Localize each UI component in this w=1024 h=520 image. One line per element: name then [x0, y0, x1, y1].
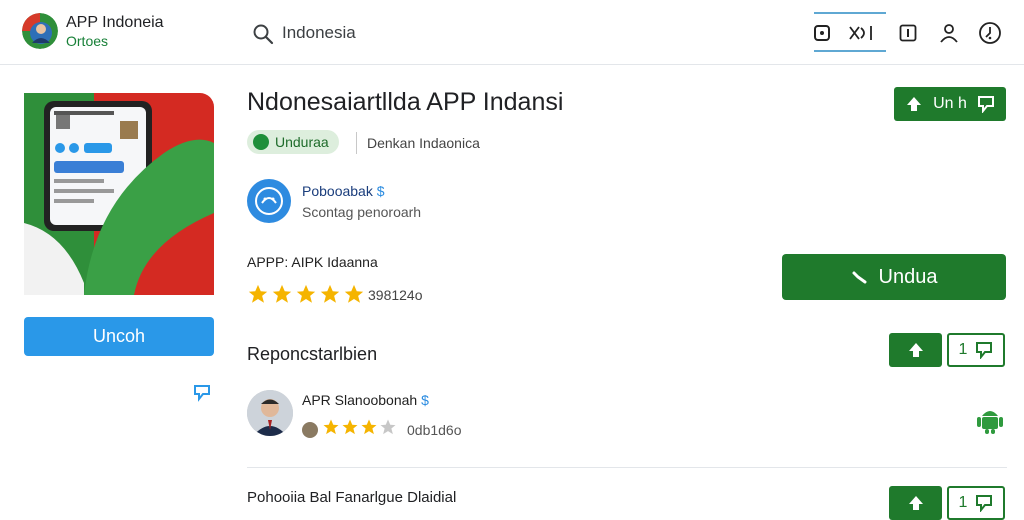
developer-name[interactable]: Pobooabak $ — [302, 183, 385, 199]
report-icon[interactable] — [192, 382, 212, 402]
app-subtitle: Ortoes — [66, 33, 109, 49]
account-icon[interactable] — [938, 18, 960, 48]
chip-label: Unduraa — [275, 134, 329, 150]
verified-icon: $ — [376, 183, 385, 199]
review-meta: 0db1d6o — [302, 418, 462, 441]
star-icon — [322, 418, 340, 441]
share-icon[interactable] — [846, 18, 878, 48]
developer-name-text: Pobooabak — [302, 183, 373, 199]
star-icon — [295, 283, 317, 310]
app-logo[interactable] — [22, 13, 58, 49]
upload-icon — [908, 496, 923, 510]
section-upload-button[interactable] — [889, 333, 942, 367]
search-input[interactable] — [282, 20, 582, 46]
developer-subtitle: Scontag penoroarh — [302, 204, 422, 220]
bookmark-icon[interactable] — [812, 18, 832, 48]
flag-icon — [977, 96, 994, 113]
reviewer-name: APR Slanoobonah $ — [302, 392, 429, 408]
info-icon[interactable] — [898, 18, 918, 48]
search-icon[interactable] — [252, 23, 274, 45]
flag-icon — [976, 495, 993, 512]
section-divider — [247, 467, 1007, 468]
reviews-section-title: Reponcstarlbien — [247, 344, 378, 364]
verified-icon: $ — [421, 392, 429, 408]
app-name: APP Indoneia — [66, 14, 164, 31]
download-button-primary[interactable]: Undua — [782, 254, 1006, 300]
download-button-label: Undua — [878, 265, 938, 288]
settings-icon[interactable] — [977, 18, 1003, 48]
app-preview-image — [24, 93, 214, 295]
apk-label: APPP: AIPK Idaanna — [247, 254, 378, 270]
review-stars — [322, 418, 397, 441]
phone-icon — [852, 271, 867, 284]
star-icon — [341, 418, 359, 441]
star-icon — [271, 283, 293, 310]
flag-icon — [976, 342, 993, 359]
footer-action-label: 1 — [958, 494, 968, 511]
star-icon — [319, 283, 341, 310]
upload-icon — [907, 97, 922, 111]
mini-avatar — [302, 421, 318, 438]
rating-stars — [247, 283, 365, 310]
chip-divider — [356, 132, 357, 154]
section-action-label: 1 — [958, 341, 968, 358]
app-category[interactable]: Denkan Indaonica — [367, 135, 480, 151]
section-flag-button[interactable]: 1 — [947, 333, 1005, 367]
top-action-button[interactable]: Un h — [894, 87, 1006, 121]
install-chip[interactable]: Unduraa — [247, 130, 339, 154]
upload-icon — [908, 343, 923, 357]
review-count: 0db1d6o — [407, 421, 462, 438]
chip-icon — [253, 134, 269, 150]
rating-count: 398124o — [368, 287, 423, 303]
footer-flag-button[interactable]: 1 — [947, 486, 1005, 520]
reviewer-avatar[interactable] — [247, 390, 293, 436]
reviewer-name-text: APR Slanoobonah — [302, 392, 418, 408]
top-action-label: Un h — [933, 95, 967, 112]
download-button-secondary[interactable]: Uncoh — [24, 317, 214, 356]
footer-upload-button[interactable] — [889, 486, 942, 520]
star-icon — [360, 418, 378, 441]
footer-text: Pohooiia Bal Fanarlgue Dlaidial — [247, 489, 457, 506]
star-icon — [379, 418, 397, 441]
star-icon — [247, 283, 269, 310]
developer-avatar[interactable] — [247, 179, 291, 223]
app-title: Ndonesaiartllda APP Indansi — [247, 88, 564, 116]
android-icon — [976, 405, 1004, 435]
star-icon — [343, 283, 365, 310]
